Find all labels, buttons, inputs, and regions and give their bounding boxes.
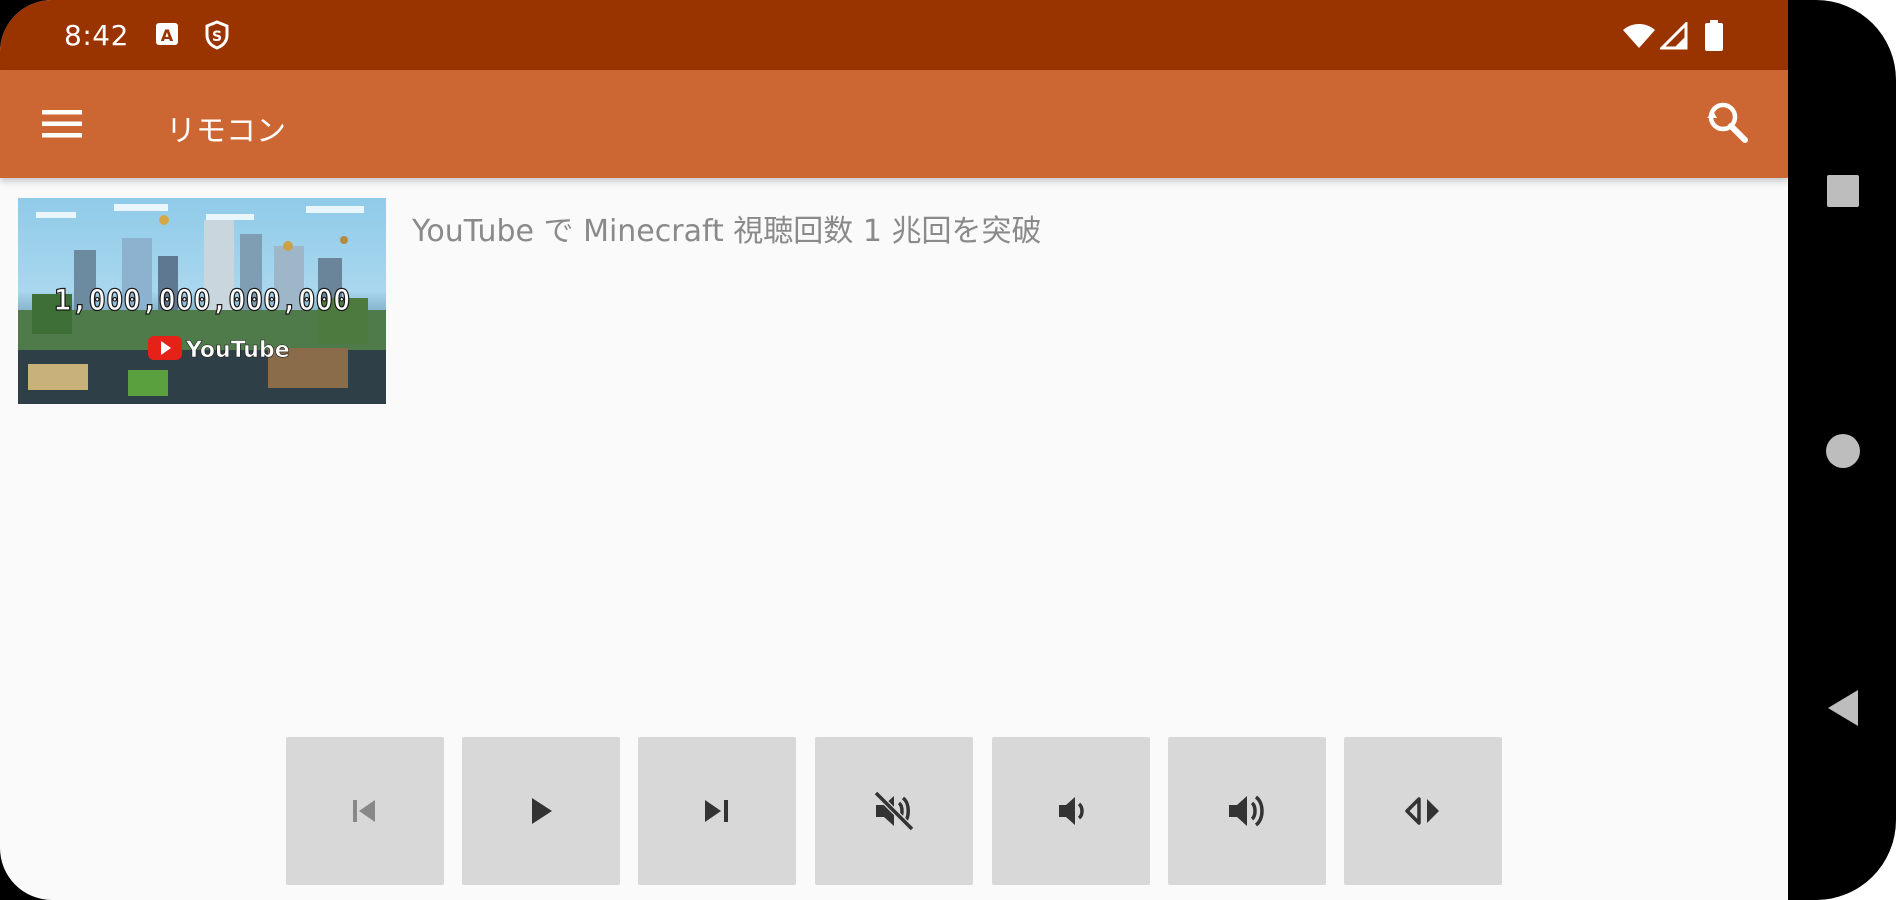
volume-down-button[interactable]: [992, 737, 1150, 885]
svg-text:S: S: [212, 29, 222, 45]
thumbnail-brand-text: YouTube: [185, 338, 290, 363]
mute-button[interactable]: [815, 737, 973, 885]
status-bar: 8:42 A S: [0, 0, 1788, 70]
cellular-icon: [1658, 20, 1688, 54]
volume-up-icon: [1229, 795, 1264, 827]
seek-button[interactable]: [1344, 737, 1502, 885]
home-button[interactable]: [1824, 432, 1862, 474]
seek-arrows-icon: [1405, 797, 1439, 825]
video-title: YouTube で Minecraft 視聴回数 1 兆回を突破: [412, 214, 1042, 249]
s-badge-icon: S: [204, 20, 230, 54]
volume-up-button[interactable]: [1168, 737, 1326, 885]
video-list-item[interactable]: 1,000,000,000,000 YouTube YouTube で Mine…: [18, 198, 1758, 404]
wifi-icon: [1622, 22, 1656, 54]
menu-button[interactable]: [36, 100, 92, 148]
recents-icon: [1827, 175, 1859, 207]
recents-button[interactable]: [1826, 174, 1860, 212]
video-thumbnail: 1,000,000,000,000 YouTube: [18, 198, 386, 404]
search-icon: [1707, 102, 1748, 143]
search-button[interactable]: [1702, 98, 1754, 150]
back-button[interactable]: [1826, 688, 1860, 732]
previous-button[interactable]: [286, 737, 444, 885]
skip-next-icon: [705, 800, 728, 822]
back-icon: [1828, 690, 1858, 726]
thumbnail-artwork: 1,000,000,000,000 YouTube: [18, 198, 386, 404]
volume-off-icon: [873, 790, 915, 832]
svg-text:A: A: [161, 26, 174, 45]
next-button[interactable]: [638, 737, 796, 885]
text-a-icon: A: [154, 20, 180, 52]
app-screen: 8:42 A S リモコン 1,000,000,000,000 YouTube …: [0, 0, 1788, 900]
menu-icon: [42, 110, 82, 138]
thumbnail-count-text: 1,000,000,000,000: [54, 283, 351, 317]
app-bar: リモコン: [0, 70, 1788, 178]
volume-down-icon: [1059, 797, 1084, 825]
playback-controls: [286, 737, 1502, 885]
battery-icon: [1704, 20, 1724, 56]
device-frame: 8:42 A S リモコン 1,000,000,000,000 YouTube …: [0, 0, 1896, 900]
skip-previous-icon: [353, 800, 375, 822]
app-title: リモコン: [166, 114, 286, 149]
play-button[interactable]: [462, 737, 620, 885]
play-icon: [532, 798, 552, 824]
home-icon: [1826, 434, 1860, 468]
status-time: 8:42: [64, 19, 129, 52]
